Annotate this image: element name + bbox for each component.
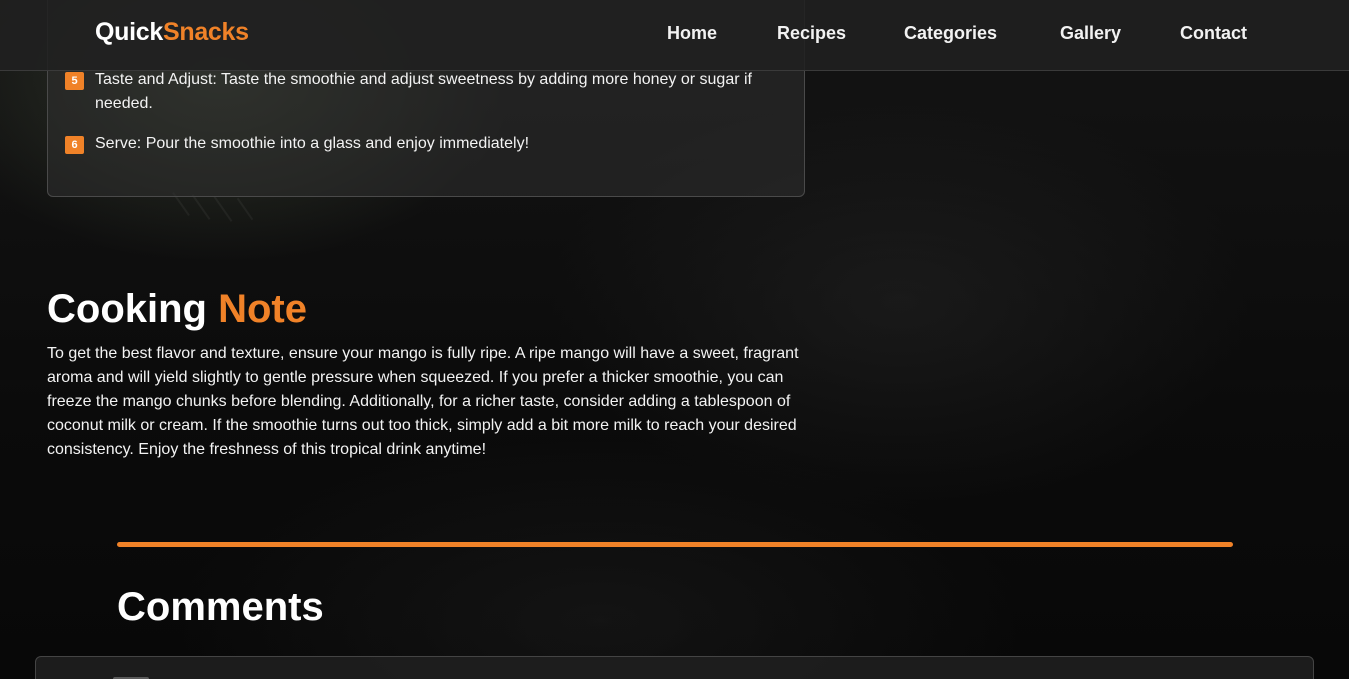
comment-card: [35, 656, 1314, 679]
page: QuickSnacks Home Recipes Categories Gall…: [0, 0, 1349, 679]
brand-logo[interactable]: QuickSnacks: [95, 18, 249, 47]
cooking-note-heading: Cooking Note: [47, 284, 307, 334]
step-text: Serve: Pour the smoothie into a glass an…: [95, 135, 530, 152]
nav-link-contact[interactable]: Contact: [1180, 23, 1247, 44]
nav-link-recipes[interactable]: Recipes: [777, 23, 846, 44]
background-texture: [213, 196, 233, 222]
cooking-note-text: To get the best flavor and texture, ensu…: [47, 345, 799, 458]
background-texture: [236, 197, 254, 221]
brand-logo-part1: Quick: [95, 18, 163, 46]
background-texture: [191, 194, 211, 220]
nav-link-categories[interactable]: Categories: [904, 23, 997, 44]
cooking-note-heading-part1: Cooking: [47, 287, 207, 331]
nav-link-gallery[interactable]: Gallery: [1060, 23, 1121, 44]
step-number-badge: 6: [65, 136, 84, 154]
comments-heading: Comments: [117, 585, 324, 629]
cooking-note-heading-part2: Note: [218, 287, 307, 331]
nav-link-home[interactable]: Home: [667, 23, 717, 44]
section-divider: [117, 542, 1233, 547]
step-text: Taste and Adjust: Taste the smoothie and…: [95, 71, 752, 112]
step-number-badge: 5: [65, 72, 84, 90]
brand-logo-part2: Snacks: [162, 18, 249, 46]
navbar: QuickSnacks Home Recipes Categories Gall…: [0, 0, 1349, 71]
